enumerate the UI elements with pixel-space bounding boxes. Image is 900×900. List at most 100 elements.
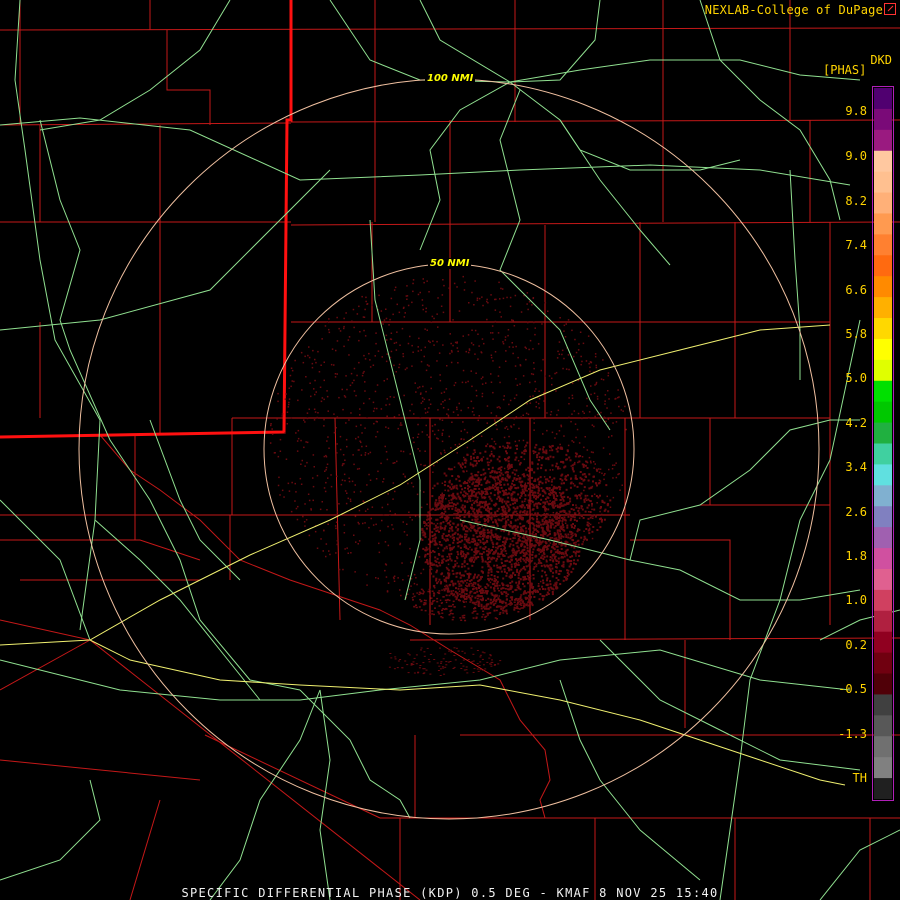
echo-pixel [413,413,415,415]
echo-pixel [467,334,470,336]
echo-pixel [451,529,454,532]
echo-pixel [584,510,587,513]
echo-pixel [535,401,538,403]
echo-pixel [305,441,307,443]
highway [94,519,261,701]
echo-pixel [442,279,444,281]
echo-pixel [512,537,515,540]
echo-pixel [480,474,483,476]
echo-pixel [494,476,497,479]
echo-pixel [459,599,461,602]
echo-pixel [442,558,445,561]
echo-pixel [532,548,535,551]
echo-pixel [470,548,473,551]
echo-pixel [507,460,510,463]
echo-pixel [353,379,355,382]
echo-pixel [423,281,425,284]
echo-pixel [546,526,549,528]
echo-pixel [447,485,450,488]
echo-pixel [458,402,460,405]
echo-pixel [403,531,406,533]
echo-pixel [449,661,452,662]
scale-swatch [874,171,892,194]
echo-pixel [326,463,329,465]
echo-pixel [470,647,473,649]
echo-pixel [559,530,562,533]
echo-pixel [526,597,529,600]
echo-pixel [577,550,580,553]
echo-pixel [467,541,470,544]
echo-pixel [425,561,428,563]
echo-pixel [470,513,473,516]
echo-pixel [589,500,592,503]
echo-pixel [478,482,480,485]
county-lines [0,0,900,900]
echo-pixel [409,453,411,455]
echo-pixel [512,484,515,487]
echo-pixel [313,466,315,468]
echo-pixel [592,517,594,519]
echo-pixel [498,584,501,587]
logo-icon [884,3,896,15]
echo-pixel [447,575,450,578]
echo-pixel [385,334,388,337]
echo-pixel [432,592,435,594]
echo-pixel [569,500,572,503]
echo-pixel [428,547,431,550]
echo-pixel [474,573,476,576]
echo-pixel [300,351,303,354]
echo-pixel [580,505,583,508]
echo-pixel [288,401,290,404]
echo-pixel [429,673,432,675]
echo-pixel [498,519,501,522]
echo-pixel [356,374,358,377]
echo-pixel [541,569,544,572]
echo-pixel [401,327,404,330]
echo-pixel [479,577,482,580]
echo-pixel [494,320,497,323]
echo-pixel [363,354,365,357]
echo-pixel [454,595,457,598]
echo-pixel [349,500,352,502]
echo-pixel [401,667,404,669]
echo-pixel [290,367,293,369]
echo-pixel [485,599,487,602]
echo-pixel [451,351,453,353]
echo-pixel [503,570,506,573]
echo-pixel [518,580,521,583]
echo-pixel [437,409,439,411]
echo-pixel [304,465,306,467]
echo-pixel [532,568,535,571]
echo-pixel [434,559,437,562]
echo-pixel [503,500,506,503]
echo-pixel [451,537,454,540]
echo-pixel [468,583,471,586]
echo-pixel [538,539,541,542]
echo-pixel [422,400,424,403]
echo-pixel [492,543,495,546]
echo-pixel [493,664,496,666]
echo-pixel [590,393,592,396]
echo-pixel [407,304,410,307]
echo-pixel [467,380,469,383]
scale-swatch [874,757,892,779]
echo-pixel [569,497,572,500]
echo-pixel [541,456,544,459]
echo-pixel [603,501,606,504]
echo-pixel [505,605,508,607]
echo-pixel [563,555,566,558]
echo-pixel [503,446,506,449]
echo-pixel [417,387,419,389]
echo-pixel [522,414,524,416]
echo-pixel [533,471,536,474]
echo-pixel [495,424,497,426]
echo-pixel [591,537,594,540]
echo-pixel [532,395,534,397]
echo-pixel [588,362,590,365]
echo-pixel [389,318,391,321]
echo-pixel [477,539,480,541]
echo-pixel [435,564,438,567]
echo-pixel [288,398,291,400]
echo-pixel [498,281,500,284]
echo-pixel [425,310,427,313]
